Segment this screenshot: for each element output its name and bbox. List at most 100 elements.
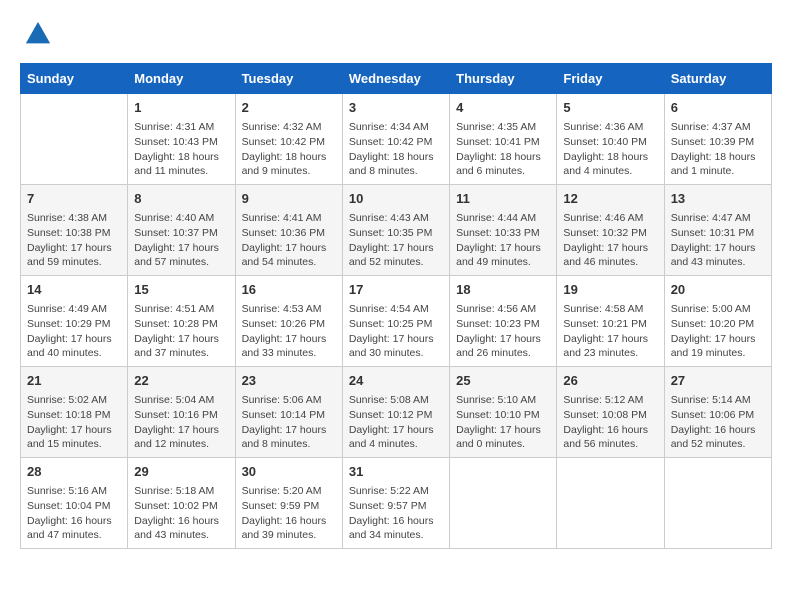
calendar-body: 1 Sunrise: 4:31 AM Sunset: 10:43 PM Dayli… (21, 94, 772, 549)
day-info: Sunrise: 5:02 AM Sunset: 10:18 PM Daylig… (27, 393, 121, 452)
day-info: Sunrise: 5:14 AM Sunset: 10:06 PM Daylig… (671, 393, 765, 452)
day-info: Sunrise: 5:20 AM Sunset: 9:59 PM Dayligh… (242, 484, 336, 543)
calendar-day-cell: 29 Sunrise: 5:18 AM Sunset: 10:02 PM Dayl… (128, 457, 235, 548)
day-number: 13 (671, 190, 765, 208)
day-number: 2 (242, 99, 336, 117)
calendar-day-cell: 28 Sunrise: 5:16 AM Sunset: 10:04 PM Dayl… (21, 457, 128, 548)
calendar-week-row: 1 Sunrise: 4:31 AM Sunset: 10:43 PM Dayli… (21, 94, 772, 185)
page-header (20, 20, 772, 53)
calendar-day-cell: 20 Sunrise: 5:00 AM Sunset: 10:20 PM Dayl… (664, 276, 771, 367)
calendar-day-cell: 9Sunrise: 4:41 AM Sunset: 10:36 PM Dayli… (235, 185, 342, 276)
calendar-day-cell: 11 Sunrise: 4:44 AM Sunset: 10:33 PM Dayl… (450, 185, 557, 276)
calendar-day-cell: 17 Sunrise: 4:54 AM Sunset: 10:25 PM Dayl… (342, 276, 449, 367)
day-info: Sunrise: 4:32 AM Sunset: 10:42 PM Daylig… (242, 120, 336, 179)
logo (20, 20, 52, 53)
calendar-day-cell: 31Sunrise: 5:22 AM Sunset: 9:57 PM Dayli… (342, 457, 449, 548)
day-info: Sunrise: 4:46 AM Sunset: 10:32 PM Daylig… (563, 211, 657, 270)
calendar-week-row: 14Sunrise: 4:49 AM Sunset: 10:29 PM Dayl… (21, 276, 772, 367)
day-number: 20 (671, 281, 765, 299)
calendar-table: SundayMondayTuesdayWednesdayThursdayFrid… (20, 63, 772, 549)
day-of-week-header: Wednesday (342, 64, 449, 94)
day-info: Sunrise: 4:31 AM Sunset: 10:43 PM Daylig… (134, 120, 228, 179)
calendar-header-row: SundayMondayTuesdayWednesdayThursdayFrid… (21, 64, 772, 94)
day-info: Sunrise: 5:06 AM Sunset: 10:14 PM Daylig… (242, 393, 336, 452)
calendar-week-row: 28 Sunrise: 5:16 AM Sunset: 10:04 PM Dayl… (21, 457, 772, 548)
day-number: 8 (134, 190, 228, 208)
calendar-week-row: 7Sunrise: 4:38 AM Sunset: 10:38 PM Dayli… (21, 185, 772, 276)
calendar-day-cell: 21 Sunrise: 5:02 AM Sunset: 10:18 PM Dayl… (21, 367, 128, 458)
day-info: Sunrise: 5:16 AM Sunset: 10:04 PM Daylig… (27, 484, 121, 543)
calendar-day-cell: 8 Sunrise: 4:40 AM Sunset: 10:37 PM Dayli… (128, 185, 235, 276)
day-number: 3 (349, 99, 443, 117)
calendar-day-cell: 27 Sunrise: 5:14 AM Sunset: 10:06 PM Dayl… (664, 367, 771, 458)
day-info: Sunrise: 5:04 AM Sunset: 10:16 PM Daylig… (134, 393, 228, 452)
day-info: Sunrise: 4:49 AM Sunset: 10:29 PM Daylig… (27, 302, 121, 361)
day-info: Sunrise: 4:47 AM Sunset: 10:31 PM Daylig… (671, 211, 765, 270)
day-info: Sunrise: 4:40 AM Sunset: 10:37 PM Daylig… (134, 211, 228, 270)
day-info: Sunrise: 4:35 AM Sunset: 10:41 PM Daylig… (456, 120, 550, 179)
day-info: Sunrise: 5:08 AM Sunset: 10:12 PM Daylig… (349, 393, 443, 452)
day-number: 27 (671, 372, 765, 390)
calendar-day-cell (450, 457, 557, 548)
day-info: Sunrise: 5:00 AM Sunset: 10:20 PM Daylig… (671, 302, 765, 361)
day-info: Sunrise: 4:51 AM Sunset: 10:28 PM Daylig… (134, 302, 228, 361)
day-info: Sunrise: 4:34 AM Sunset: 10:42 PM Daylig… (349, 120, 443, 179)
calendar-day-cell: 18Sunrise: 4:56 AM Sunset: 10:23 PM Dayl… (450, 276, 557, 367)
day-of-week-header: Sunday (21, 64, 128, 94)
calendar-day-cell: 10Sunrise: 4:43 AM Sunset: 10:35 PM Dayl… (342, 185, 449, 276)
day-info: Sunrise: 4:44 AM Sunset: 10:33 PM Daylig… (456, 211, 550, 270)
day-number: 11 (456, 190, 550, 208)
day-number: 28 (27, 463, 121, 481)
calendar-day-cell: 7Sunrise: 4:38 AM Sunset: 10:38 PM Dayli… (21, 185, 128, 276)
day-number: 1 (134, 99, 228, 117)
calendar-day-cell (21, 94, 128, 185)
day-info: Sunrise: 4:43 AM Sunset: 10:35 PM Daylig… (349, 211, 443, 270)
day-number: 5 (563, 99, 657, 117)
day-number: 30 (242, 463, 336, 481)
day-number: 26 (563, 372, 657, 390)
day-number: 19 (563, 281, 657, 299)
day-of-week-header: Tuesday (235, 64, 342, 94)
day-info: Sunrise: 4:41 AM Sunset: 10:36 PM Daylig… (242, 211, 336, 270)
day-number: 21 (27, 372, 121, 390)
day-number: 24 (349, 372, 443, 390)
calendar-day-cell: 25Sunrise: 5:10 AM Sunset: 10:10 PM Dayl… (450, 367, 557, 458)
calendar-day-cell (557, 457, 664, 548)
calendar-day-cell: 19 Sunrise: 4:58 AM Sunset: 10:21 PM Dayl… (557, 276, 664, 367)
calendar-day-cell: 15 Sunrise: 4:51 AM Sunset: 10:28 PM Dayl… (128, 276, 235, 367)
day-info: Sunrise: 4:58 AM Sunset: 10:21 PM Daylig… (563, 302, 657, 361)
day-info: Sunrise: 4:54 AM Sunset: 10:25 PM Daylig… (349, 302, 443, 361)
calendar-day-cell: 24 Sunrise: 5:08 AM Sunset: 10:12 PM Dayl… (342, 367, 449, 458)
calendar-day-cell (664, 457, 771, 548)
calendar-day-cell: 2 Sunrise: 4:32 AM Sunset: 10:42 PM Dayli… (235, 94, 342, 185)
day-number: 17 (349, 281, 443, 299)
calendar-day-cell: 22 Sunrise: 5:04 AM Sunset: 10:16 PM Dayl… (128, 367, 235, 458)
day-number: 12 (563, 190, 657, 208)
day-number: 15 (134, 281, 228, 299)
day-number: 22 (134, 372, 228, 390)
calendar-day-cell: 5 Sunrise: 4:36 AM Sunset: 10:40 PM Dayli… (557, 94, 664, 185)
day-number: 6 (671, 99, 765, 117)
calendar-week-row: 21 Sunrise: 5:02 AM Sunset: 10:18 PM Dayl… (21, 367, 772, 458)
day-info: Sunrise: 4:36 AM Sunset: 10:40 PM Daylig… (563, 120, 657, 179)
day-of-week-header: Saturday (664, 64, 771, 94)
day-of-week-header: Monday (128, 64, 235, 94)
day-number: 4 (456, 99, 550, 117)
calendar-day-cell: 1 Sunrise: 4:31 AM Sunset: 10:43 PM Dayli… (128, 94, 235, 185)
day-info: Sunrise: 4:53 AM Sunset: 10:26 PM Daylig… (242, 302, 336, 361)
calendar-day-cell: 14Sunrise: 4:49 AM Sunset: 10:29 PM Dayl… (21, 276, 128, 367)
day-info: Sunrise: 4:37 AM Sunset: 10:39 PM Daylig… (671, 120, 765, 179)
day-of-week-header: Friday (557, 64, 664, 94)
calendar-day-cell: 26Sunrise: 5:12 AM Sunset: 10:08 PM Dayl… (557, 367, 664, 458)
day-number: 16 (242, 281, 336, 299)
day-number: 7 (27, 190, 121, 208)
day-info: Sunrise: 5:10 AM Sunset: 10:10 PM Daylig… (456, 393, 550, 452)
calendar-day-cell: 16 Sunrise: 4:53 AM Sunset: 10:26 PM Dayl… (235, 276, 342, 367)
calendar-day-cell: 30 Sunrise: 5:20 AM Sunset: 9:59 PM Dayli… (235, 457, 342, 548)
day-number: 29 (134, 463, 228, 481)
calendar-day-cell: 3 Sunrise: 4:34 AM Sunset: 10:42 PM Dayli… (342, 94, 449, 185)
calendar-day-cell: 13 Sunrise: 4:47 AM Sunset: 10:31 PM Dayl… (664, 185, 771, 276)
day-info: Sunrise: 4:56 AM Sunset: 10:23 PM Daylig… (456, 302, 550, 361)
day-info: Sunrise: 5:18 AM Sunset: 10:02 PM Daylig… (134, 484, 228, 543)
logo-icon (24, 20, 52, 48)
